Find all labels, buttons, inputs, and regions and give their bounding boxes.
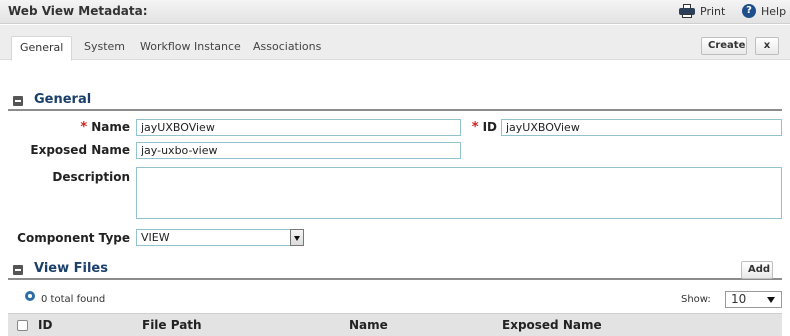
print-label: Print (700, 4, 726, 18)
collapse-icon[interactable] (13, 96, 23, 106)
title-bar: Web View Metadata: Print ? Help (0, 0, 790, 24)
page-size-select[interactable]: 10 (725, 291, 782, 308)
add-view-file-button[interactable]: Add (741, 261, 773, 279)
help-label: Help (761, 4, 787, 18)
description-label: Description (52, 170, 130, 184)
id-label: * ID (471, 120, 497, 135)
tab-general[interactable]: General (11, 36, 73, 61)
name-input[interactable] (136, 119, 461, 136)
show-label: Show: (681, 294, 711, 305)
print-button[interactable]: Print (679, 4, 725, 18)
create-button[interactable]: Create (701, 37, 747, 55)
page-size-value: 10 (731, 292, 747, 306)
collapse-icon[interactable] (13, 265, 23, 275)
window-title: Web View Metadata: (8, 4, 148, 18)
refresh-icon[interactable] (25, 291, 35, 301)
total-found-text: 0 total found (41, 294, 106, 305)
tab-bar: General System Workflow Instance Associa… (0, 25, 790, 61)
description-textarea[interactable] (136, 167, 782, 219)
id-input[interactable] (501, 119, 782, 136)
tab-system[interactable]: System (76, 37, 133, 60)
view-files-section-header: View Files (8, 260, 782, 280)
column-header-name[interactable]: Name (349, 318, 388, 332)
select-all-checkbox[interactable] (17, 320, 28, 331)
component-type-label: Component Type (17, 231, 130, 245)
component-type-value: VIEW (141, 231, 170, 244)
column-header-id[interactable]: ID (38, 318, 52, 332)
close-button[interactable]: x (755, 37, 779, 55)
general-section-header: General (8, 91, 782, 111)
chevron-down-icon (767, 297, 775, 303)
general-section-title: General (34, 92, 92, 107)
dropdown-arrow-icon[interactable] (290, 229, 304, 246)
component-type-select[interactable]: VIEW (136, 229, 304, 246)
tab-workflow-instance[interactable]: Workflow Instance (132, 37, 249, 60)
name-label: * Name (80, 120, 130, 135)
view-files-section-title: View Files (34, 261, 108, 276)
view-files-table-header: ID File Path Name Exposed Name (8, 313, 782, 336)
tab-associations[interactable]: Associations (245, 37, 329, 60)
exposed-name-input[interactable] (136, 142, 461, 159)
required-marker: * (80, 120, 88, 135)
help-button[interactable]: ? Help (742, 4, 786, 18)
column-header-exposed-name[interactable]: Exposed Name (502, 318, 602, 332)
printer-icon (679, 4, 695, 18)
help-icon: ? (742, 4, 756, 18)
column-header-file-path[interactable]: File Path (142, 318, 202, 332)
exposed-name-label: Exposed Name (30, 143, 130, 157)
required-marker: * (471, 120, 479, 135)
